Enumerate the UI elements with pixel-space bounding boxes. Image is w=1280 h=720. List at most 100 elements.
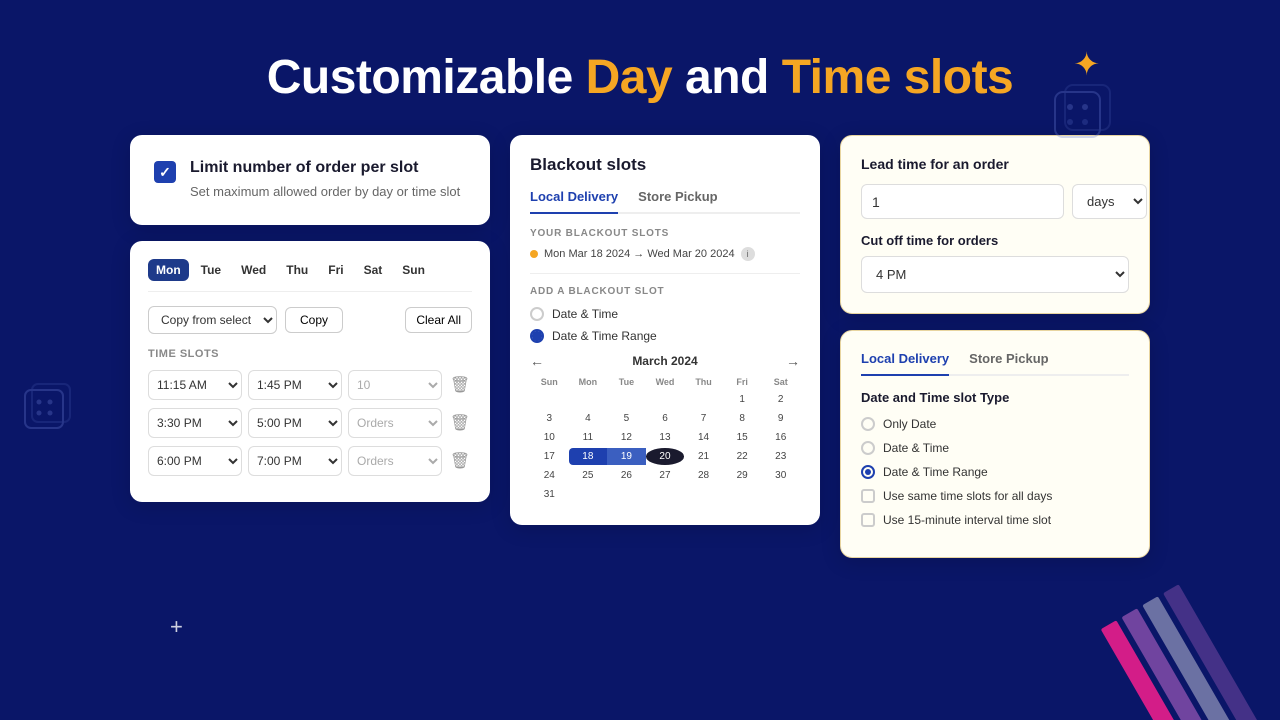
lead-time-input[interactable] [861,184,1064,219]
day-sun[interactable]: Sun [394,259,433,281]
timeslots-card: Mon Tue Wed Thu Fri Sat Sun Copy from se… [130,241,490,502]
cal-cell[interactable]: 6 [646,410,685,427]
cal-cell[interactable] [646,486,685,503]
cursor-plus-icon: + [170,614,183,640]
cal-cell[interactable]: 27 [646,467,685,484]
cal-cell[interactable] [684,391,723,408]
cal-cell[interactable]: 23 [761,448,800,465]
day-sat[interactable]: Sat [356,259,391,281]
slot2-orders-select[interactable]: Orders [348,408,442,438]
day-tue[interactable]: Tue [193,259,229,281]
cal-week-5: 24 25 26 27 28 29 30 [530,467,800,484]
slot2-delete-button[interactable]: 🗑 [448,411,472,435]
cal-cell[interactable]: 17 [530,448,569,465]
cal-header-fri: Fri [723,377,762,387]
checkbox-same-slots-label: Use same time slots for all days [883,489,1052,503]
cal-cell[interactable] [684,486,723,503]
cal-day-headers: Sun Mon Tue Wed Thu Fri Sat [530,377,800,387]
slot3-start-select[interactable]: 6:00 PM [148,446,242,476]
day-thu[interactable]: Thu [278,259,316,281]
radio-date-time-circle [530,307,544,321]
cal-cell[interactable]: 1 [723,391,762,408]
cal-cell[interactable]: 9 [761,410,800,427]
day-wed[interactable]: Wed [233,259,274,281]
radio-date-time-range-circle [530,329,544,343]
slot2-start-select[interactable]: 3:30 PM [148,408,242,438]
cal-cell[interactable]: 13 [646,429,685,446]
cal-cell[interactable] [569,391,608,408]
info-icon[interactable]: i [741,247,755,261]
cal-cell-19[interactable]: 19 [607,448,646,465]
slot1-delete-button[interactable]: 🗑 [448,373,472,397]
cal-cell[interactable] [530,391,569,408]
cal-header-thu: Thu [684,377,723,387]
cal-cell[interactable]: 12 [607,429,646,446]
day-fri[interactable]: Fri [320,259,351,281]
calendar-header: ← March 2024 → [530,353,800,369]
cal-cell[interactable]: 22 [723,448,762,465]
cal-cell[interactable]: 28 [684,467,723,484]
slot3-end-select[interactable]: 7:00 PM [248,446,342,476]
copy-button[interactable]: Copy [285,307,343,333]
cal-cell[interactable] [761,486,800,503]
cal-cell[interactable] [607,486,646,503]
slot2-end-select[interactable]: 5:00 PM [248,408,342,438]
cal-cell[interactable]: 4 [569,410,608,427]
cal-cell[interactable] [723,486,762,503]
checkbox-same-slots[interactable]: Use same time slots for all days [861,489,1129,503]
day-mon[interactable]: Mon [148,259,189,281]
cal-cell[interactable]: 14 [684,429,723,446]
limit-orders-checkbox[interactable] [154,161,176,183]
cal-cell[interactable]: 24 [530,467,569,484]
cal-cell[interactable]: 26 [607,467,646,484]
cal-cell[interactable]: 11 [569,429,608,446]
cal-cell[interactable]: 7 [684,410,723,427]
slot3-delete-button[interactable]: 🗑 [448,449,472,473]
cal-cell[interactable]: 3 [530,410,569,427]
radio-date-time[interactable]: Date & Time [530,307,800,321]
slot1-orders-select[interactable]: 10 [348,370,442,400]
delivery-tab-store[interactable]: Store Pickup [969,351,1048,376]
delivery-tab-local[interactable]: Local Delivery [861,351,949,376]
checkbox-15min-label: Use 15-minute interval time slot [883,513,1051,527]
cal-cell[interactable] [569,486,608,503]
cal-cell[interactable]: 21 [684,448,723,465]
limit-orders-text: Limit number of order per slot Set maxim… [190,159,460,201]
cutoff-select[interactable]: 4 PM 12 AM 1 AM 5 PM [861,256,1129,293]
cal-cell[interactable] [646,391,685,408]
radio-date-time-range-option[interactable]: Date & Time Range [861,465,1129,479]
left-column: Limit number of order per slot Set maxim… [130,135,490,502]
checkbox-15min[interactable]: Use 15-minute interval time slot [861,513,1129,527]
clear-all-button[interactable]: Clear All [405,307,472,333]
radio-date-time-option[interactable]: Date & Time [861,441,1129,455]
star-icon: ✦ [1073,45,1100,83]
limit-orders-desc: Set maximum allowed order by day or time… [190,183,460,201]
cal-cell[interactable]: 5 [607,410,646,427]
cal-cell[interactable]: 8 [723,410,762,427]
cal-cell[interactable]: 29 [723,467,762,484]
blackout-card: Blackout slots Local Delivery Store Pick… [510,135,820,525]
cal-cell[interactable]: 2 [761,391,800,408]
cal-header-wed: Wed [646,377,685,387]
cal-cell[interactable]: 25 [569,467,608,484]
copy-from-select[interactable]: Copy from select [148,306,277,334]
cal-cell[interactable] [607,391,646,408]
slot3-orders-select[interactable]: Orders [348,446,442,476]
cal-next-button[interactable]: → [786,353,800,369]
radio-date-time-range[interactable]: Date & Time Range [530,329,800,343]
cal-cell[interactable]: 10 [530,429,569,446]
middle-column: Blackout slots Local Delivery Store Pick… [510,135,820,525]
cal-cell-18[interactable]: 18 [569,448,608,465]
slot1-end-select[interactable]: 1:45 PM [248,370,342,400]
cal-cell-20[interactable]: 20 [646,448,685,465]
tab-local-delivery[interactable]: Local Delivery [530,189,618,214]
lead-time-unit-select[interactable]: days hours [1072,184,1147,219]
cal-cell[interactable]: 15 [723,429,762,446]
cal-cell[interactable]: 16 [761,429,800,446]
tab-store-pickup[interactable]: Store Pickup [638,189,717,214]
slot1-start-select[interactable]: 11:15 AM [148,370,242,400]
radio-only-date[interactable]: Only Date [861,417,1129,431]
cal-cell[interactable]: 31 [530,486,569,503]
cal-prev-button[interactable]: ← [530,353,544,369]
cal-cell[interactable]: 30 [761,467,800,484]
